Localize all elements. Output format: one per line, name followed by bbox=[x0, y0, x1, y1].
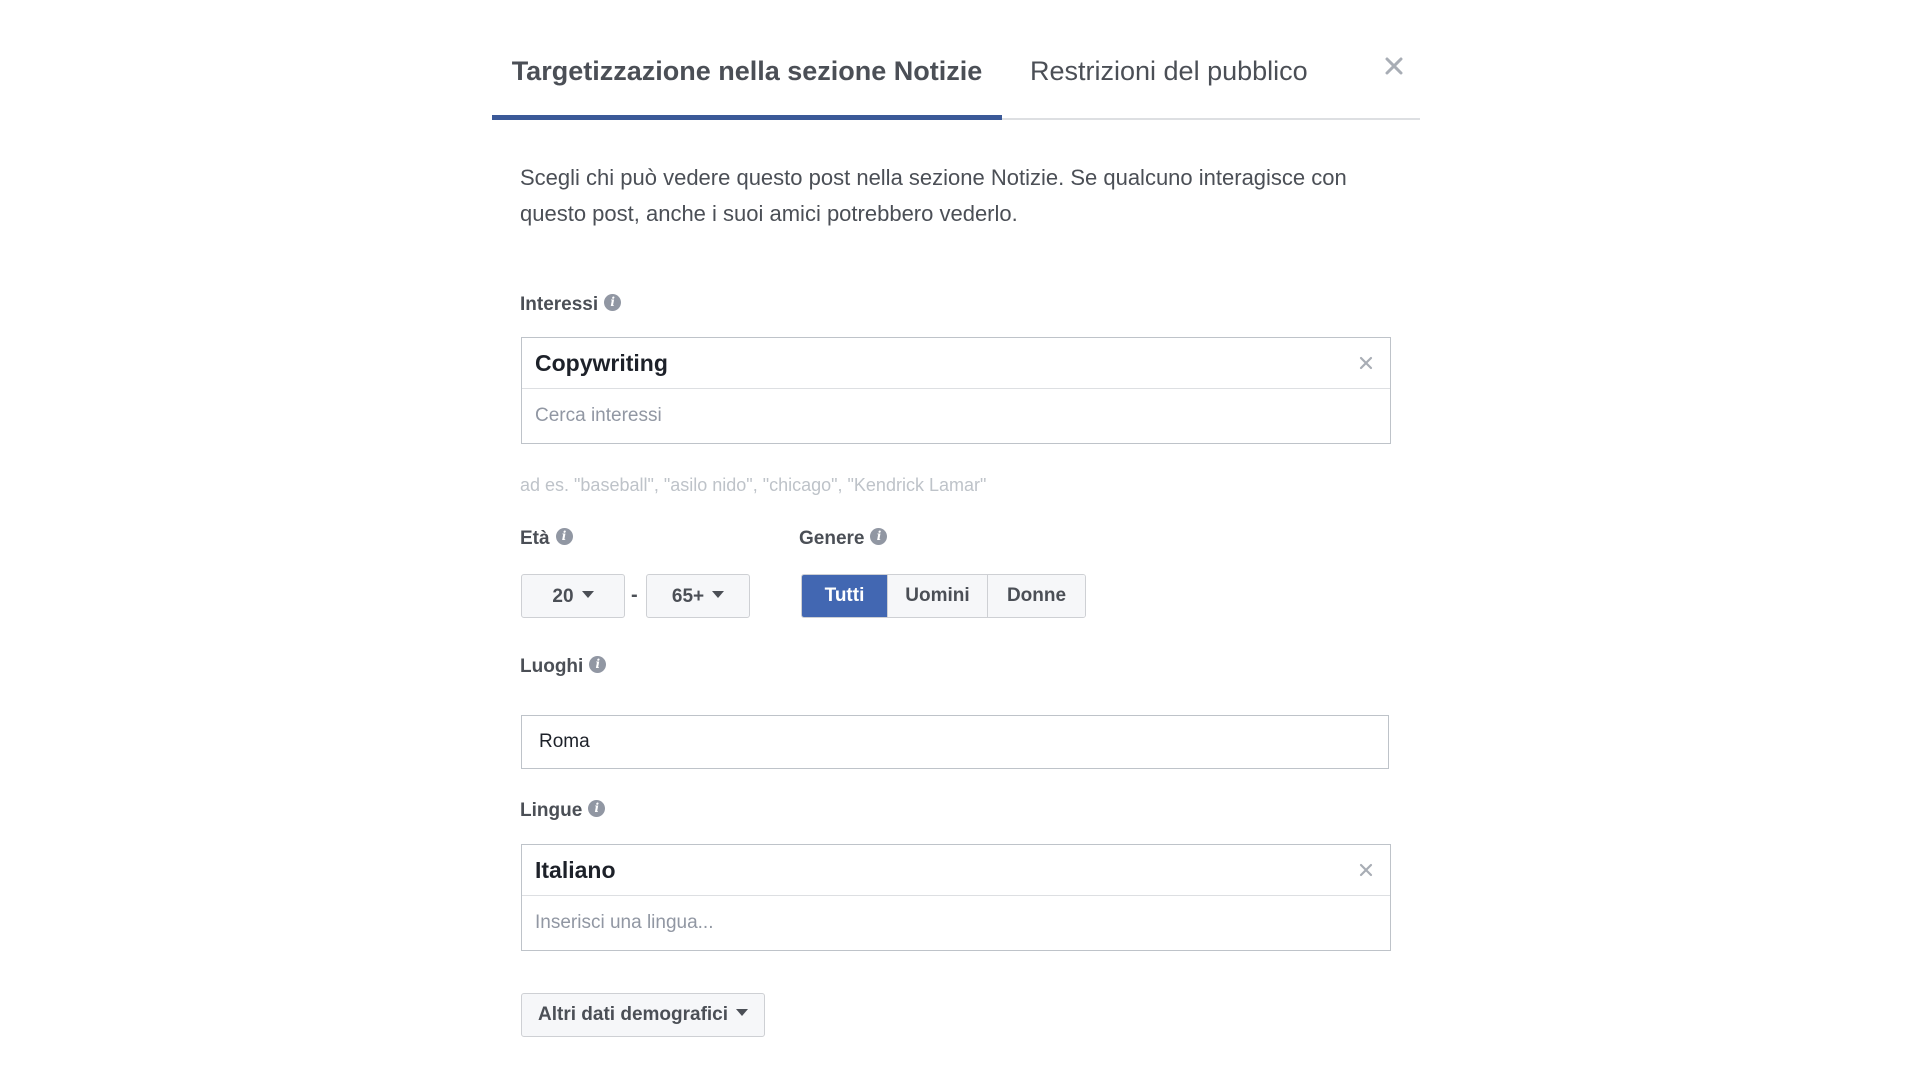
locations-label-text: Luoghi bbox=[520, 656, 584, 677]
age-min-select[interactable]: 20 bbox=[521, 574, 625, 618]
gender-label: Genere i bbox=[799, 528, 888, 550]
info-icon[interactable]: i bbox=[604, 294, 622, 312]
interests-label: Interessi i bbox=[520, 294, 622, 316]
info-icon[interactable]: i bbox=[589, 656, 607, 674]
info-icon[interactable]: i bbox=[555, 528, 573, 546]
interest-token-label: Copywriting bbox=[535, 350, 668, 376]
caret-down-icon bbox=[736, 1009, 749, 1017]
languages-label-text: Lingue bbox=[520, 800, 583, 821]
dialog-description: Scegli chi può vedere questo post nella … bbox=[520, 165, 1347, 226]
close-icon[interactable] bbox=[1382, 54, 1406, 78]
age-label-text: Età bbox=[520, 528, 550, 549]
languages-search-input[interactable] bbox=[522, 896, 1388, 950]
caret-down-icon bbox=[712, 591, 725, 599]
remove-token-icon[interactable] bbox=[1358, 355, 1374, 371]
gender-label-text: Genere bbox=[799, 528, 865, 549]
languages-field: Italiano bbox=[521, 844, 1391, 951]
remove-token-icon[interactable] bbox=[1358, 862, 1374, 878]
interests-hint: ad es. "baseball", "asilo nido", "chicag… bbox=[520, 475, 987, 495]
age-separator: - bbox=[631, 584, 638, 606]
interests-label-text: Interessi bbox=[520, 294, 599, 315]
caret-down-icon bbox=[581, 591, 594, 599]
language-token-label: Italiano bbox=[535, 857, 616, 883]
gender-option-women[interactable]: Donne bbox=[987, 575, 1085, 617]
info-icon[interactable]: i bbox=[588, 800, 606, 818]
interests-field: Copywriting bbox=[521, 337, 1391, 444]
language-token: Italiano bbox=[522, 845, 1390, 896]
locations-label: Luoghi i bbox=[520, 656, 607, 678]
age-min-value: 20 bbox=[552, 586, 574, 607]
dialog-tabs: Targetizzazione nella sezione Notizie Re… bbox=[492, 40, 1420, 120]
more-demographics-button[interactable]: Altri dati demografici bbox=[521, 993, 766, 1037]
tab-news-feed-targeting[interactable]: Targetizzazione nella sezione Notizie bbox=[492, 40, 1002, 120]
more-demographics-label: Altri dati demografici bbox=[538, 1004, 729, 1025]
targeting-dialog: Targetizzazione nella sezione Notizie Re… bbox=[0, 0, 1920, 1080]
tab-audience-restrictions[interactable]: Restrizioni del pubblico bbox=[1030, 40, 1308, 118]
age-label: Età i bbox=[520, 528, 573, 550]
interests-search-input[interactable] bbox=[522, 389, 1388, 443]
age-max-value: 65+ bbox=[671, 586, 705, 607]
gender-option-all[interactable]: Tutti bbox=[802, 575, 887, 617]
interest-token: Copywriting bbox=[522, 338, 1390, 389]
age-max-select[interactable]: 65+ bbox=[646, 574, 750, 618]
languages-label: Lingue i bbox=[520, 800, 606, 822]
gender-selector: Tutti Uomini Donne bbox=[801, 574, 1086, 618]
locations-input[interactable] bbox=[521, 715, 1389, 769]
gender-option-men[interactable]: Uomini bbox=[887, 575, 987, 617]
info-icon[interactable]: i bbox=[870, 528, 888, 546]
